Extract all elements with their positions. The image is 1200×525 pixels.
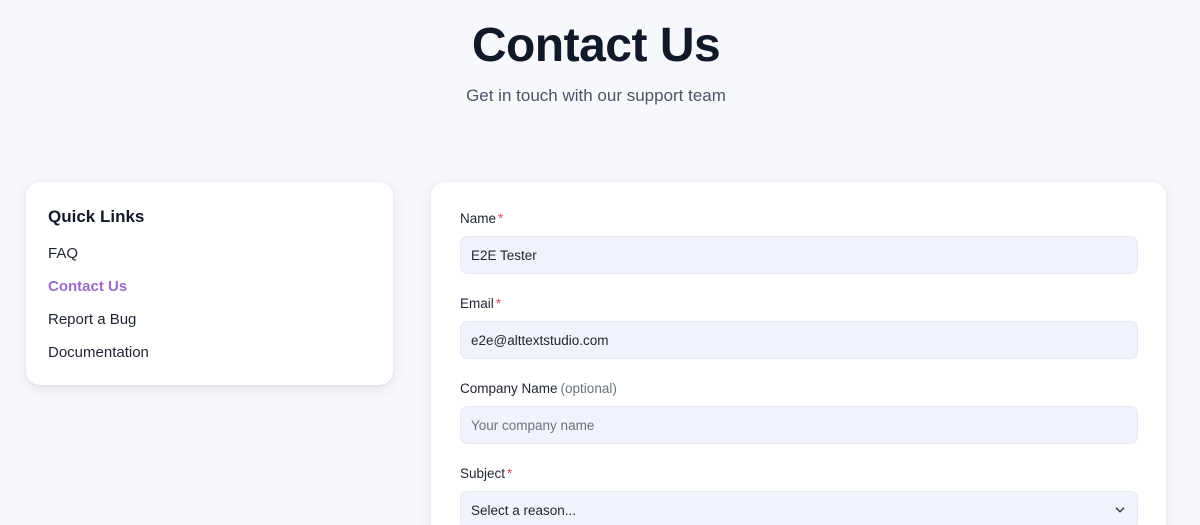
subject-select[interactable]: Select a reason... (460, 491, 1138, 525)
email-label: Email * (460, 295, 1137, 313)
subject-select-value: Select a reason... (471, 502, 577, 518)
email-input[interactable] (460, 321, 1138, 359)
contact-page: Contact Us Get in touch with our support… (0, 0, 1200, 525)
chevron-down-icon (1115, 507, 1125, 513)
subject-label: Subject * (460, 465, 1137, 483)
quick-links-title: Quick Links (48, 207, 145, 226)
email-label-text: Email (460, 296, 494, 311)
quick-link-report-bug[interactable]: Report a Bug (48, 310, 371, 330)
name-field-group: Name * (460, 210, 1138, 274)
name-input[interactable] (460, 236, 1138, 274)
page-title: Contact Us (471, 19, 721, 72)
company-name-input[interactable] (460, 406, 1138, 444)
required-mark: * (495, 296, 502, 311)
contact-form: Name* Email* Company Name(optional) Subj… (431, 182, 1166, 525)
subject-field-group: Subject * Select a reason... (460, 465, 1138, 525)
quick-link-contact-us[interactable]: Contact Us (48, 277, 371, 297)
quick-link-documentation[interactable]: Documentation (48, 343, 371, 363)
required-mark: * (498, 211, 504, 226)
quick-links-card: Quick Links FAQ Contact Us Report a Bug … (26, 182, 393, 385)
required-mark: * (507, 466, 513, 481)
subject-label-text: Subject (460, 466, 506, 481)
company-label: Company Name (optional) (460, 380, 1137, 398)
name-label: Name * (460, 210, 1137, 228)
quick-link-faq[interactable]: FAQ (48, 244, 371, 264)
name-label-text: Name (460, 211, 497, 226)
company-field-group: Company Name (optional) (460, 380, 1138, 444)
email-field-group: Email * (460, 295, 1138, 359)
optional-note: (optional) (560, 381, 617, 396)
page-subtitle: Get in touch with our support team (466, 86, 726, 105)
company-label-text: Company Name (460, 381, 558, 396)
